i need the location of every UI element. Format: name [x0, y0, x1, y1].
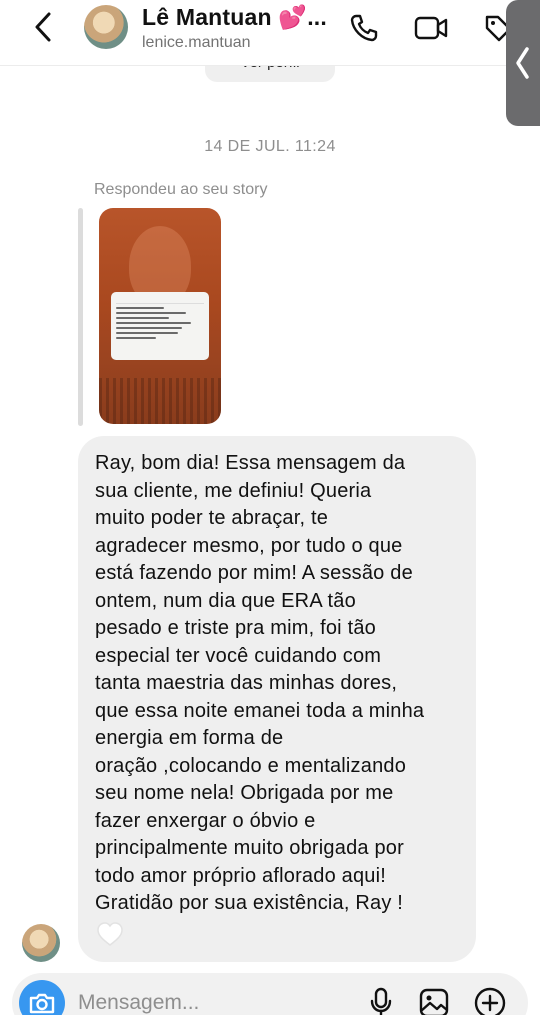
add-icon[interactable] — [472, 985, 508, 1015]
message-bubble[interactable]: Ray, bom dia! Essa mensagem da sua clien… — [78, 436, 476, 962]
microphone-icon[interactable] — [363, 985, 399, 1015]
replied-to-story-label: Respondeu ao seu story — [94, 181, 268, 198]
chat-header: Lê Mantuan 💕... lenice.mantuan — [0, 0, 540, 66]
date-separator: 14 DE JUL. 11:24 — [204, 138, 336, 155]
story-screenshot-card — [111, 292, 209, 360]
message-composer — [12, 973, 528, 1015]
camera-icon[interactable] — [19, 980, 65, 1015]
message-text: Ray, bom dia! Essa mensagem da sua clien… — [95, 452, 425, 914]
side-panel-handle[interactable] — [506, 0, 540, 126]
contact-handle: lenice.mantuan — [142, 34, 251, 51]
story-thumbnail[interactable] — [99, 208, 221, 424]
sender-avatar[interactable] — [22, 924, 60, 962]
message-input[interactable] — [78, 987, 348, 1015]
gallery-icon[interactable] — [416, 985, 452, 1015]
back-icon[interactable] — [26, 10, 60, 44]
reply-quote-bar — [78, 208, 83, 426]
phone-icon[interactable] — [346, 10, 382, 46]
video-icon[interactable] — [413, 10, 449, 46]
contact-info[interactable]: Lê Mantuan 💕... lenice.mantuan — [142, 4, 327, 52]
contact-name[interactable]: Lê Mantuan 💕... — [142, 4, 327, 31]
contact-avatar[interactable] — [84, 5, 128, 49]
story-decoration — [99, 378, 221, 424]
heart-icon[interactable] — [96, 921, 124, 947]
